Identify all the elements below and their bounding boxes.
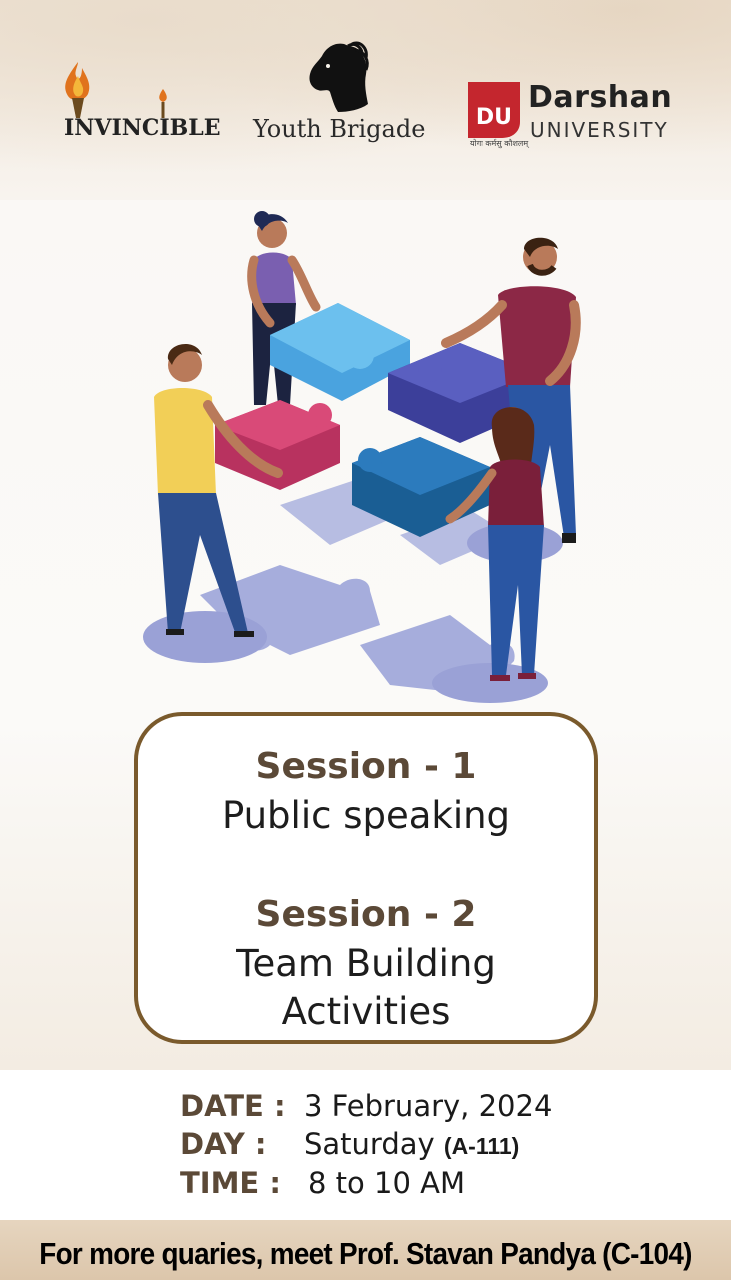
session-1-topic: Public speaking xyxy=(221,794,511,837)
footer-contact-text: For more quaries, meet Prof. Stavan Pand… xyxy=(39,1236,692,1271)
session-1-title: Session - 1 xyxy=(255,746,477,787)
youth-brigade-logo: Youth Brigade xyxy=(248,40,438,150)
sessions-card: Session - 1 Public speaking Session - 2 … xyxy=(134,712,598,1044)
time-value: 8 to 10 AM xyxy=(308,1166,465,1200)
day-value: Saturday xyxy=(304,1127,435,1161)
teamwork-puzzle-illustration xyxy=(143,211,581,703)
time-label: TIME : xyxy=(180,1166,281,1200)
du-name: Darshan xyxy=(528,80,673,115)
svg-text:DU: DU xyxy=(476,105,512,130)
invincible-wordmark: INVINCIBLE xyxy=(64,115,221,141)
date-label: DATE : xyxy=(180,1089,286,1123)
session-2-title: Session - 2 xyxy=(255,894,477,935)
small-torch-icon xyxy=(159,89,167,118)
date-value: 3 February, 2024 xyxy=(304,1089,553,1123)
du-subtitle: UNIVERSITY xyxy=(530,118,669,142)
darshan-university-logo: DU Darshan UNIVERSITY योगः कर्मसु कौशलम् xyxy=(466,80,686,152)
session-2-topic-line-1: Team Building xyxy=(236,942,496,985)
youth-brigade-wordmark: Youth Brigade xyxy=(253,115,426,143)
day-label: DAY : xyxy=(180,1127,267,1161)
invincible-logo: INVINCIBLE xyxy=(58,60,221,146)
day-value-line: Saturday (A-111) xyxy=(304,1127,519,1161)
session-2-topic-line-2: Activities xyxy=(281,990,451,1033)
du-motto: योगः कर्मसु कौशलम् xyxy=(470,139,529,148)
room-number: (A-111) xyxy=(443,1133,520,1159)
du-emblem-icon: DU xyxy=(468,82,520,138)
horse-head-icon xyxy=(309,41,369,113)
torch-flame-icon xyxy=(65,62,90,118)
